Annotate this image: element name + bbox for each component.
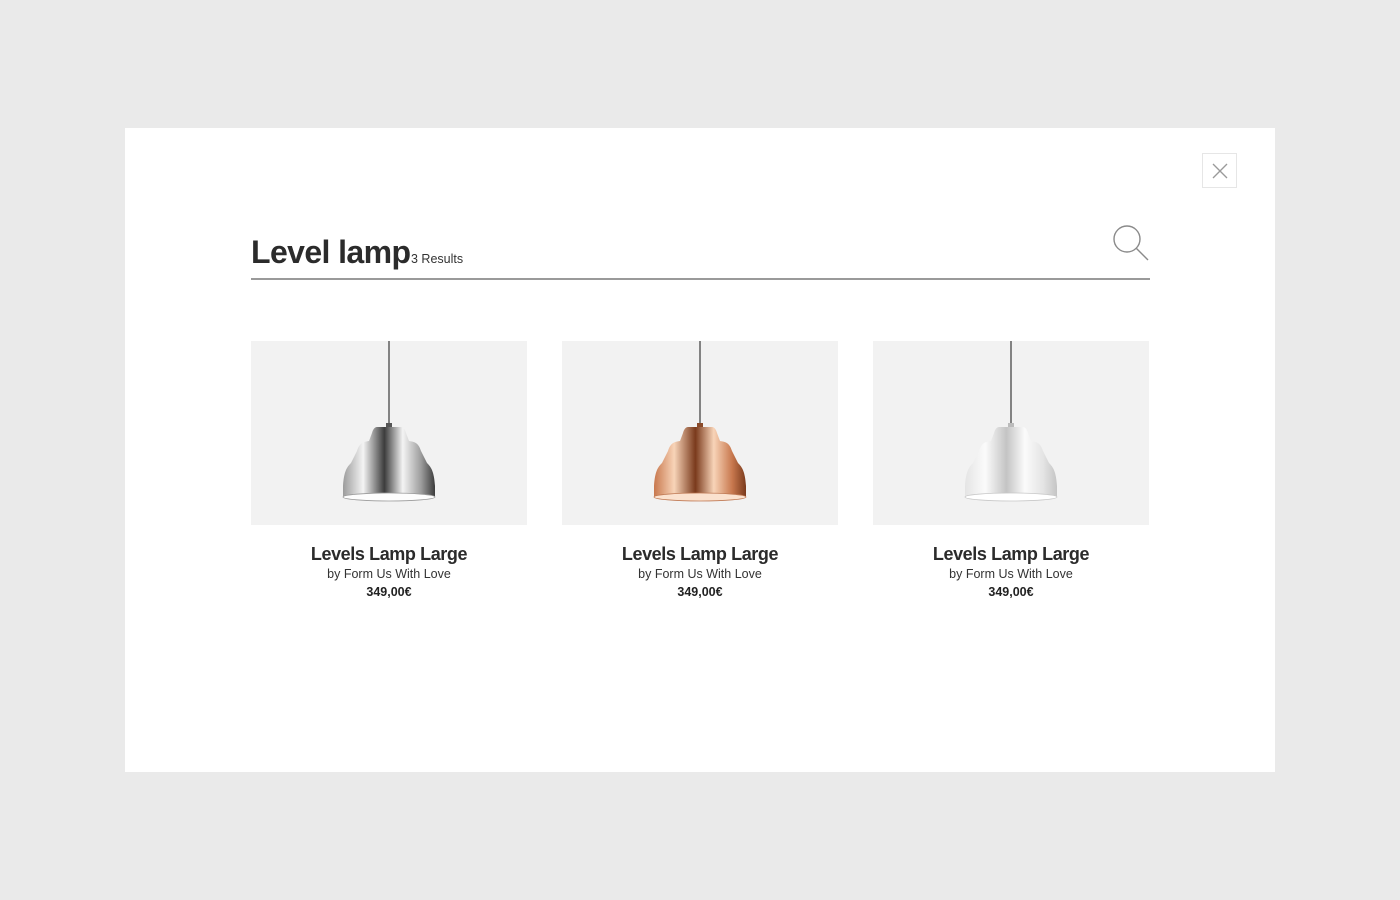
pendant-lamp-white bbox=[964, 341, 1058, 502]
pendant-lamp-copper bbox=[653, 341, 747, 502]
close-icon bbox=[1212, 163, 1227, 178]
search-results-modal: Level lamp 3 Results Levels Lamp Large b… bbox=[125, 128, 1275, 772]
product-price: 349,00€ bbox=[366, 585, 412, 599]
product-brand: by Form Us With Love bbox=[949, 567, 1073, 581]
pendant-lamp-chrome bbox=[342, 341, 436, 502]
product-price: 349,00€ bbox=[988, 585, 1034, 599]
product-card[interactable]: Levels Lamp Large by Form Us With Love 3… bbox=[562, 341, 838, 599]
search-icon[interactable] bbox=[1112, 224, 1150, 262]
product-image bbox=[251, 341, 527, 525]
product-card[interactable]: Levels Lamp Large by Form Us With Love 3… bbox=[251, 341, 527, 599]
product-name[interactable]: Levels Lamp Large bbox=[251, 544, 527, 565]
product-image bbox=[562, 341, 838, 525]
product-brand: by Form Us With Love bbox=[638, 567, 762, 581]
product-name[interactable]: Levels Lamp Large bbox=[873, 544, 1149, 565]
close-button[interactable] bbox=[1202, 153, 1237, 188]
product-price: 349,00€ bbox=[677, 585, 723, 599]
results-count: 3 Results bbox=[411, 252, 464, 266]
search-bar[interactable]: Level lamp 3 Results bbox=[251, 220, 1150, 280]
product-name[interactable]: Levels Lamp Large bbox=[562, 544, 838, 565]
product-image bbox=[873, 341, 1149, 525]
search-query[interactable]: Level lamp bbox=[251, 234, 411, 271]
product-brand: by Form Us With Love bbox=[327, 567, 451, 581]
product-card[interactable]: Levels Lamp Large by Form Us With Love 3… bbox=[873, 341, 1149, 599]
